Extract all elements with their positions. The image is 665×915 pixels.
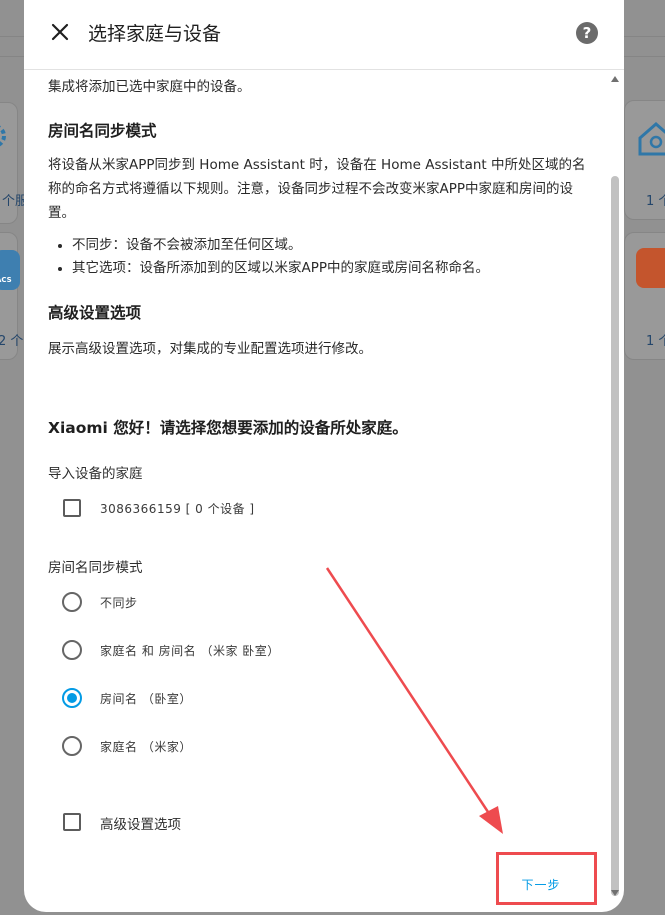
room-sync-rules: 不同步：设备不会被添加至任何区域。 其它选项：设备所添加到的区域以米家APP中的… (48, 234, 588, 280)
room-sync-description: 将设备从米家APP同步到 Home Assistant 时，设备在 Home A… (48, 157, 586, 221)
radio-room[interactable] (62, 688, 82, 708)
home-checkbox[interactable] (63, 499, 81, 517)
select-home-dialog: 选择家庭与设备 ? 集成将添加已选中家庭中的设备。 房间名同步模式 将设备从米家… (24, 0, 624, 912)
close-button[interactable] (46, 20, 74, 48)
app-logo-icon (636, 248, 665, 288)
dialog-header: 选择家庭与设备 ? (24, 0, 624, 70)
advanced-heading: 高级设置选项 (48, 304, 142, 322)
background-card-label: 1 个 (646, 334, 665, 349)
radio-label-no-sync[interactable]: 不同步 (100, 594, 138, 611)
app-logo-icon: ACS (0, 250, 20, 290)
advanced-checkbox[interactable] (63, 813, 81, 831)
help-button[interactable]: ? (576, 22, 598, 44)
background-card-label: 1 个 (646, 194, 665, 209)
home-field-label: 导入设备的家庭 (48, 466, 143, 482)
radio-label-home[interactable]: 家庭名 （米家） (100, 738, 192, 755)
radio-no-sync[interactable] (62, 592, 82, 612)
intro-text: 集成将添加已选中家庭中的设备。 (48, 79, 251, 95)
advanced-description: 展示高级设置选项，对集成的专业配置选项进行修改。 (48, 341, 372, 357)
room-sync-heading: 房间名同步模式 (48, 122, 157, 140)
scrollbar-thumb[interactable] (611, 176, 619, 896)
list-item: 其它选项：设备所添加到的区域以米家APP中的家庭或房间名称命名。 (48, 257, 588, 280)
radio-label-room[interactable]: 房间名 （卧室） (100, 690, 192, 707)
background-card-label: 2 个 (0, 334, 24, 349)
radio-home-and-room[interactable] (62, 640, 82, 660)
dialog-title: 选择家庭与设备 (88, 23, 222, 45)
close-icon (51, 23, 69, 45)
help-icon: ? (582, 24, 592, 42)
home-icon (636, 118, 665, 158)
scroll-up-icon[interactable] (611, 76, 619, 82)
room-field-label: 房间名同步模式 (48, 560, 143, 576)
scroll-down-icon[interactable] (611, 890, 619, 896)
advanced-checkbox-label[interactable]: 高级设置选项 (100, 813, 181, 833)
gear-icon (0, 118, 16, 154)
radio-home[interactable] (62, 736, 82, 756)
radio-label-home-and-room[interactable]: 家庭名 和 房间名 （米家 卧室） (100, 642, 280, 659)
list-item: 不同步：设备不会被添加至任何区域。 (48, 234, 588, 257)
greeting-text: Xiaomi 您好！请选择您想要添加的设备所处家庭。 (48, 419, 408, 437)
home-option-label[interactable]: 3086366159 [ 0 个设备 ] (100, 500, 255, 517)
scrollbar[interactable] (608, 72, 622, 902)
next-button[interactable]: 下一步 (505, 866, 577, 902)
